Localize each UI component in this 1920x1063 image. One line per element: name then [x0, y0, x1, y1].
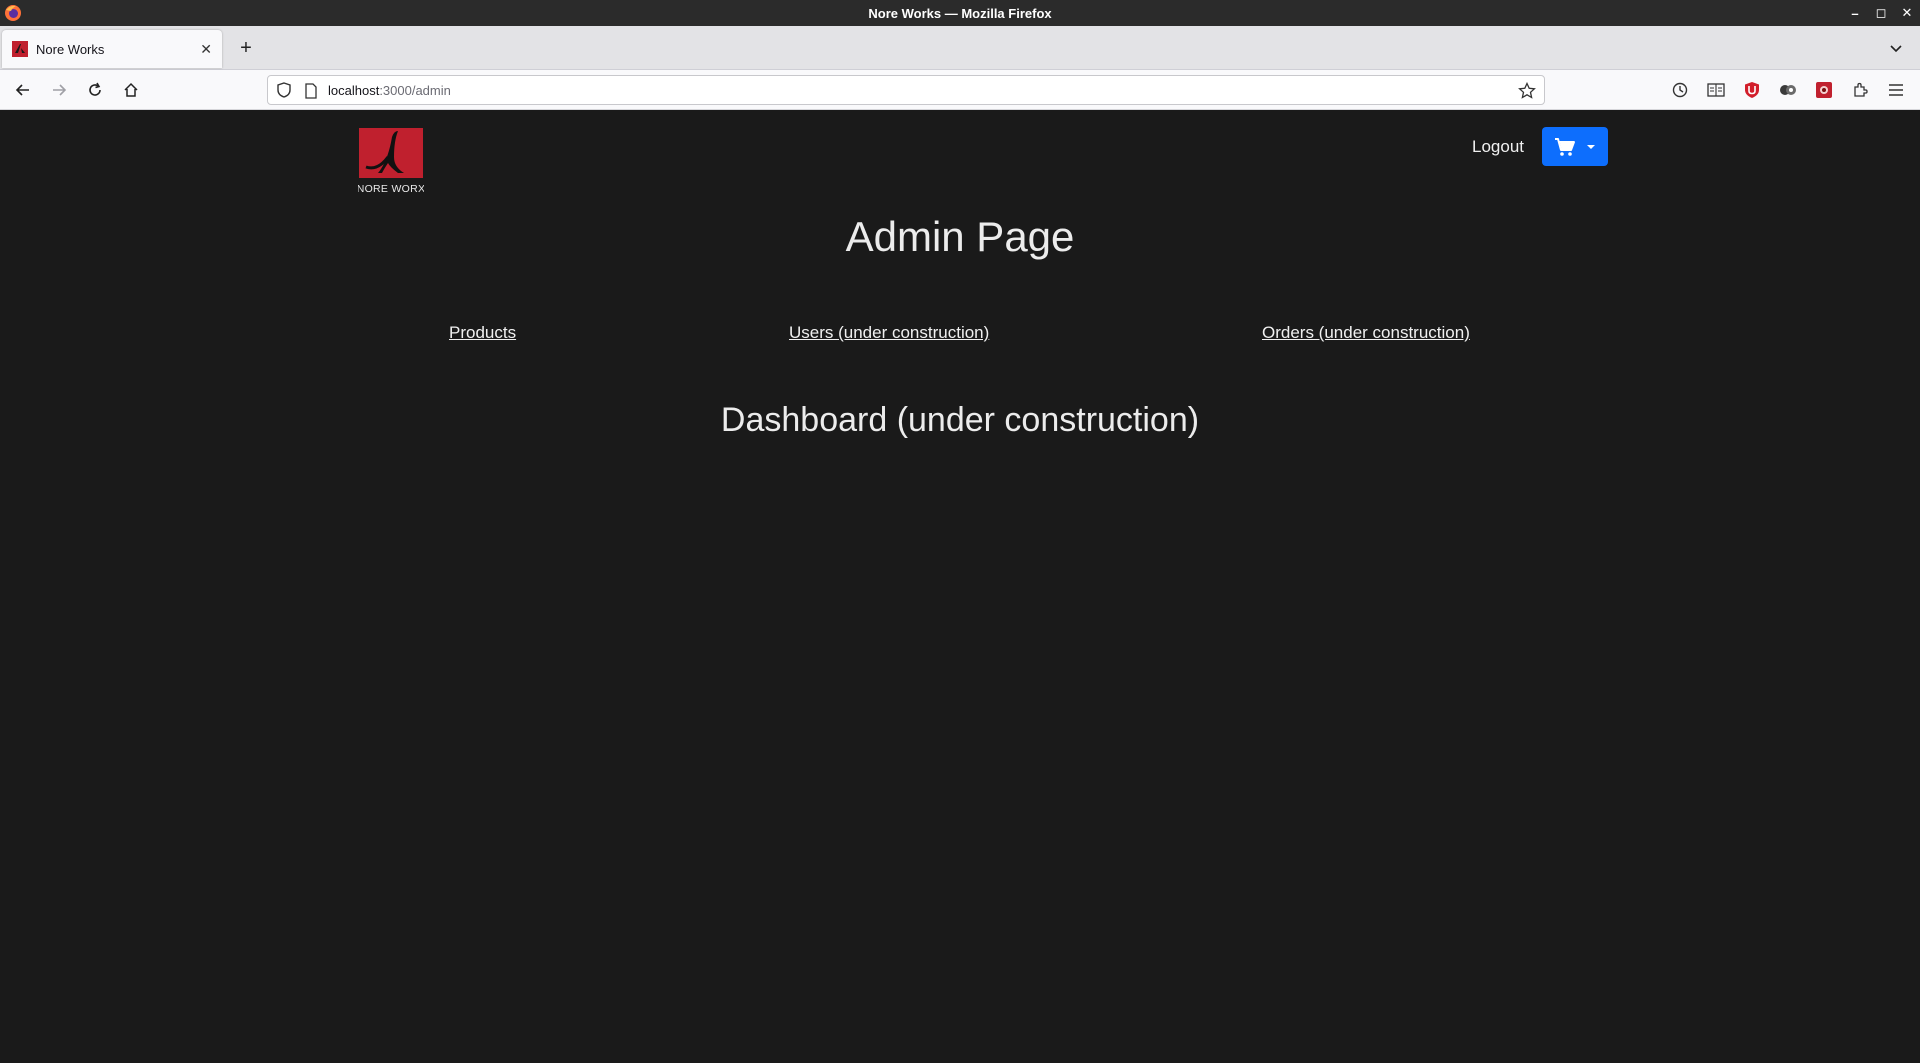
history-clock-icon[interactable] — [1670, 80, 1690, 100]
browser-navbar: localhost:3000/admin — [0, 70, 1920, 110]
tab-title: Nore Works — [36, 41, 105, 57]
nore-worx-logo[interactable]: NORE WORX — [358, 127, 424, 197]
site-favicon-icon — [12, 41, 28, 57]
reload-icon[interactable] — [85, 80, 105, 100]
extension-puppets-icon[interactable] — [1778, 80, 1798, 100]
admin-nav-products[interactable]: Products — [449, 323, 516, 343]
ublock-icon[interactable] — [1742, 80, 1762, 100]
window-title: Nore Works — Mozilla Firefox — [868, 5, 1052, 21]
window-titlebar: Nore Works — Mozilla Firefox – ◻ ✕ — [0, 0, 1920, 26]
maximize-icon[interactable]: ◻ — [1874, 5, 1888, 20]
tab-close-icon[interactable]: ✕ — [200, 41, 212, 58]
new-tab-icon[interactable]: + — [236, 38, 256, 58]
caret-down-icon — [1587, 144, 1595, 149]
tracking-shield-icon[interactable] — [276, 82, 292, 98]
hamburger-menu-icon[interactable] — [1886, 80, 1906, 100]
page-content: NORE WORX Logout Admin Page Products Use… — [0, 111, 1920, 1063]
url-path: :3000/admin — [379, 83, 451, 98]
url-text: localhost:3000/admin — [328, 83, 451, 98]
forward-arrow-icon[interactable] — [49, 80, 69, 100]
shopping-cart-icon — [1555, 137, 1575, 156]
chevron-down-icon[interactable] — [1886, 38, 1906, 58]
minimize-icon[interactable]: – — [1848, 6, 1862, 21]
url-bar[interactable]: localhost:3000/admin — [267, 75, 1545, 105]
extension-red-icon[interactable] — [1814, 80, 1834, 100]
extensions-puzzle-icon[interactable] — [1850, 80, 1870, 100]
logout-link[interactable]: Logout — [1472, 137, 1524, 157]
admin-nav-orders[interactable]: Orders (under construction) — [1262, 323, 1470, 343]
firefox-icon — [5, 5, 21, 21]
tab-strip: Nore Works ✕ + — [0, 26, 1920, 70]
admin-nav-users[interactable]: Users (under construction) — [789, 323, 989, 343]
url-host: localhost — [328, 83, 380, 98]
page-info-icon[interactable] — [304, 83, 318, 99]
logo-wordmark: NORE WORX — [358, 183, 424, 195]
close-window-icon[interactable]: ✕ — [1900, 5, 1914, 20]
dashboard-title: Dashboard (under construction) — [720, 401, 1200, 439]
reader-view-icon[interactable] — [1706, 80, 1726, 100]
window-controls: – ◻ ✕ — [1848, 0, 1914, 26]
back-arrow-icon[interactable] — [13, 80, 33, 100]
page-title: Admin Page — [845, 213, 1075, 260]
tab-nore-works[interactable]: Nore Works ✕ — [2, 30, 222, 68]
cart-dropdown-button[interactable] — [1542, 127, 1608, 166]
home-icon[interactable] — [121, 80, 141, 100]
bookmark-star-icon[interactable] — [1518, 82, 1536, 100]
